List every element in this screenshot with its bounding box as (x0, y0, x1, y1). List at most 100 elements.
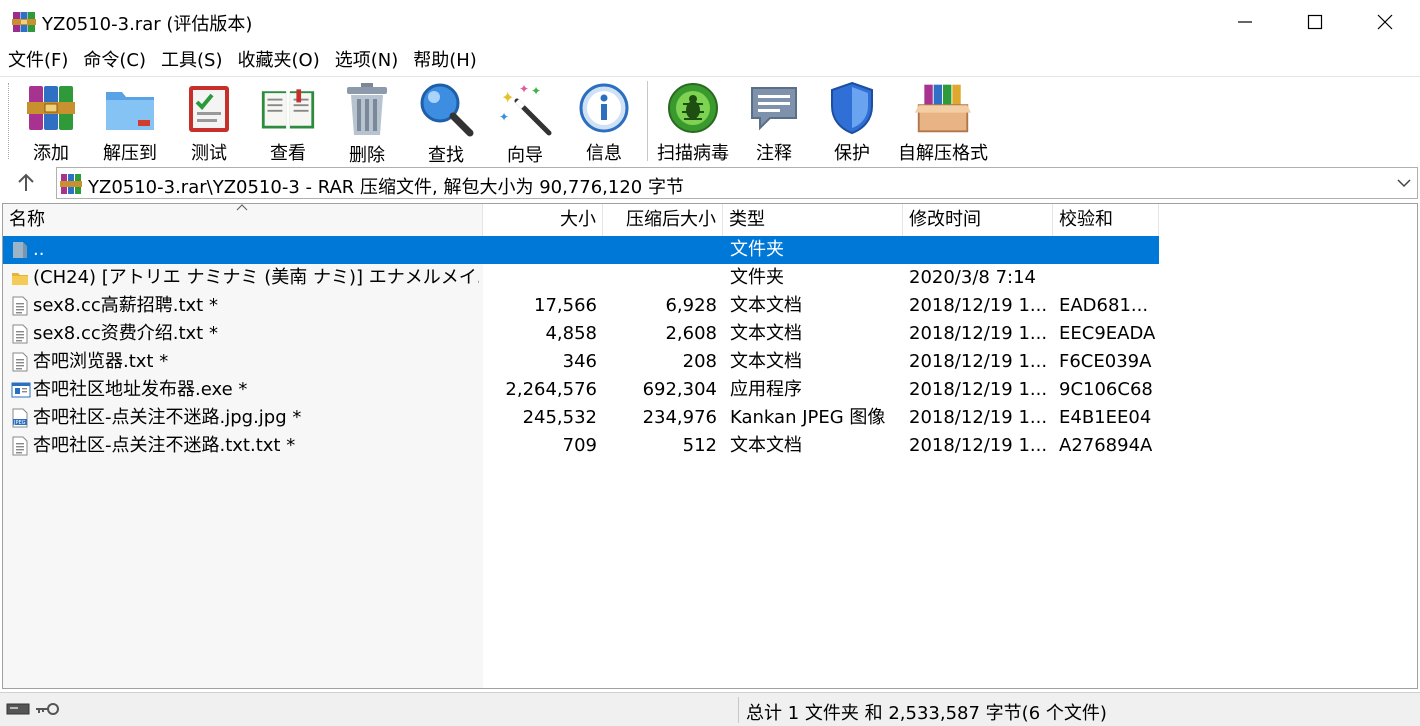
rar-archive-icon (60, 174, 82, 194)
virus-scan-button[interactable]: 扫描病毒 (655, 77, 731, 165)
file-packed-size: 234,976 (642, 407, 717, 428)
find-label: 查找 (428, 145, 464, 166)
file-crc: EAD681... (1059, 295, 1149, 316)
menu-file[interactable]: 文件(F) (8, 46, 68, 72)
menu-options[interactable]: 选项(N) (335, 46, 399, 72)
column-name-label: 名称 (9, 209, 45, 230)
chevron-down-icon[interactable] (1397, 177, 1411, 189)
wizard-wand-icon: ✦ ✦ ✦ ✦ (499, 82, 552, 136)
add-button[interactable]: 添加 (22, 77, 80, 165)
file-packed-size: 692,304 (642, 379, 717, 400)
file-size: 709 (562, 435, 597, 456)
delete-button[interactable]: 删除 (340, 77, 394, 166)
file-row[interactable]: JPEG 杏吧社区-点关注不迷路.jpg.jpg * 245,532 234,976 K… (3, 404, 1159, 432)
key-icon[interactable] (34, 700, 60, 718)
menu-commands[interactable]: 命令(C) (83, 46, 146, 72)
file-modified (909, 236, 1053, 264)
sfx-box-icon (915, 84, 971, 133)
file-modified: 2018/12/19 1... (909, 295, 1048, 316)
virus-scan-label: 扫描病毒 (657, 143, 729, 164)
column-type-header[interactable]: 类型 (723, 204, 903, 236)
file-crc: E4B1EE04 (1059, 407, 1152, 428)
file-size: 4,858 (545, 323, 597, 344)
exe-file-icon (11, 380, 31, 400)
file-type: 文本文档 (730, 435, 802, 456)
drive-icon[interactable] (6, 700, 30, 718)
file-modified: 2018/12/19 1... (909, 379, 1048, 400)
menu-tools[interactable]: 工具(S) (161, 46, 222, 72)
file-list[interactable]: 名称 大小 压缩后大小 类型 修改时间 校验和 .. 文件夹 (CH24) [アトリ… (2, 203, 1418, 689)
window-title: YZ0510-3.rar (评估版本) (42, 14, 253, 35)
sort-ascending-icon (236, 204, 248, 211)
file-row[interactable]: 杏吧浏览器.txt * 346 208 文本文档 2018/12/19 1... F6CE… (3, 348, 1159, 376)
up-folder-button[interactable] (10, 171, 42, 195)
file-size: 245,532 (522, 407, 597, 428)
menu-favorites[interactable]: 收藏夹(O) (238, 46, 320, 72)
view-button[interactable]: 查看 (256, 77, 320, 165)
test-button[interactable]: 测试 (182, 77, 236, 165)
comment-icon (751, 87, 797, 131)
file-type: Kankan JPEG 图像 (730, 407, 886, 428)
file-row[interactable]: sex8.cc高薪招聘.txt * 17,566 6,928 文本文档 2018/12/… (3, 292, 1159, 320)
menu-help[interactable]: 帮助(H) (413, 46, 477, 72)
column-size-header[interactable]: 大小 (483, 204, 603, 236)
virus-scan-icon (668, 83, 718, 133)
winrar-app-icon[interactable] (12, 10, 36, 34)
column-packed-header[interactable]: 压缩后大小 (603, 204, 723, 236)
file-type: 文本文档 (730, 323, 802, 344)
address-bar[interactable]: YZ0510-3.rar\YZ0510-3 - RAR 压缩文件, 解包大小为 … (56, 167, 1418, 199)
view-label: 查看 (270, 143, 306, 164)
file-packed-size: 512 (682, 435, 717, 456)
comment-button[interactable]: 注释 (746, 77, 802, 165)
svg-text:JPEG: JPEG (13, 420, 26, 426)
file-size: 346 (562, 351, 597, 372)
info-button[interactable]: 信息 (576, 77, 632, 165)
maximize-button[interactable] (1280, 0, 1350, 44)
file-name: .. (33, 239, 45, 260)
file-modified: 2018/12/19 1... (909, 323, 1048, 344)
protect-button[interactable]: 保护 (824, 77, 880, 165)
file-type: 文本文档 (730, 351, 802, 372)
wizard-label: 向导 (507, 145, 543, 166)
find-button[interactable]: 查找 (418, 77, 474, 166)
text-file-icon (11, 436, 29, 456)
close-button[interactable] (1350, 0, 1420, 44)
file-row[interactable]: (CH24) [アトリエ ナミナミ (美南 ナミ)] エナメルメイ... 文件夹 2… (3, 264, 1159, 292)
title-bar: YZ0510-3.rar (评估版本) (0, 0, 1420, 44)
text-file-icon (11, 296, 29, 316)
text-file-icon (11, 324, 29, 344)
column-modified-header[interactable]: 修改时间 (903, 204, 1053, 236)
folder-icon (11, 268, 29, 288)
file-crc: A276894A (1059, 435, 1153, 456)
file-row[interactable]: sex8.cc资费介绍.txt * 4,858 2,608 文本文档 2018/12/1… (3, 320, 1159, 348)
add-label: 添加 (33, 143, 69, 164)
parent-folder-row[interactable]: .. 文件夹 (3, 236, 1159, 264)
file-crc: EEC9EADA (1059, 323, 1156, 344)
file-size (483, 236, 597, 264)
minimize-button[interactable] (1210, 0, 1280, 44)
column-packed-label: 压缩后大小 (626, 209, 716, 230)
file-size: 2,264,576 (505, 379, 597, 400)
maximize-icon (1307, 14, 1323, 30)
svg-text:✦: ✦ (501, 88, 514, 107)
file-packed-size: 208 (682, 351, 717, 372)
column-name-header[interactable]: 名称 (3, 204, 483, 236)
test-icon (189, 86, 229, 132)
column-crc-header[interactable]: 校验和 (1053, 204, 1159, 236)
file-row[interactable]: 杏吧社区-点关注不迷路.txt.txt * 709 512 文本文档 2018/12/1… (3, 432, 1159, 460)
svg-text:✦: ✦ (531, 84, 541, 98)
jpeg-file-icon: JPEG (11, 408, 29, 428)
parent-folder-icon (11, 240, 29, 260)
file-row[interactable]: 杏吧社区地址发布器.exe * 2,264,576 692,304 应用程序 2018/… (3, 376, 1159, 404)
close-icon (1377, 14, 1393, 30)
extract-to-button[interactable]: 解压到 (98, 77, 162, 165)
file-modified: 2018/12/19 1... (909, 435, 1048, 456)
wizard-button[interactable]: ✦ ✦ ✦ ✦ 向导 (497, 77, 553, 166)
delete-label: 删除 (349, 145, 385, 166)
file-name: (CH24) [アトリエ ナミナミ (美南 ナミ)] エナメルメイ... (33, 267, 479, 288)
status-separator (738, 697, 739, 723)
sfx-button[interactable]: 自解压格式 (896, 77, 990, 165)
toolbar-grip[interactable] (8, 83, 11, 159)
file-crc: F6CE039A (1059, 351, 1152, 372)
status-bar: 总计 1 文件夹 和 2,533,587 字节(6 个文件) (0, 692, 1420, 726)
